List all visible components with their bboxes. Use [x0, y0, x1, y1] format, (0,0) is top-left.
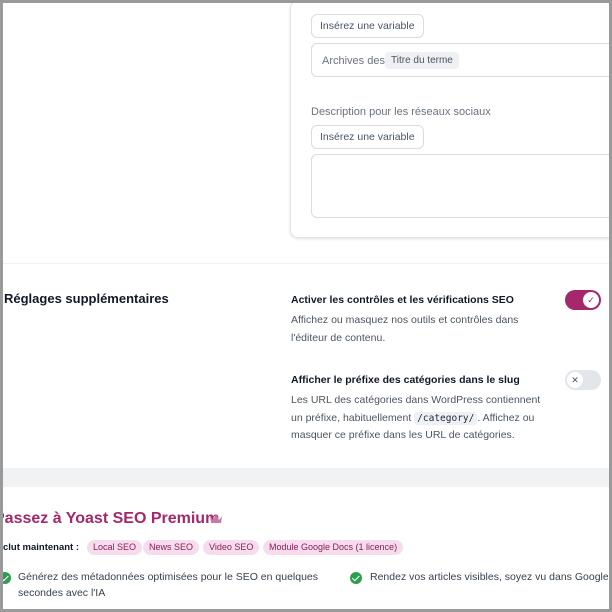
- check-icon: [350, 572, 362, 584]
- insert-variable-button[interactable]: Insérez une variable: [311, 14, 424, 38]
- tag-news-seo: News SEO: [143, 540, 200, 555]
- category-prefix-toggle[interactable]: ✕: [565, 370, 601, 390]
- crown-icon: [210, 514, 222, 523]
- seo-controls-toggle[interactable]: ✓: [565, 290, 601, 310]
- feature-line: secondes avec l'IA: [18, 586, 106, 599]
- close-icon: ✕: [567, 372, 583, 388]
- social-settings-card: Insérez une variable Archives des Titre …: [290, 0, 612, 238]
- tag-local-seo: Local SEO: [87, 540, 143, 555]
- premium-feature-ai: Générez des métadonnées optimisées pour …: [18, 570, 318, 601]
- premium-feature-google-news: Rendez vos articles visibles, soyez vu d…: [370, 571, 608, 583]
- desc-line-3: masquer ce préfixe dans les URL de catég…: [291, 429, 515, 441]
- category-prefix-description: Les URL des catégories dans WordPress co…: [291, 392, 561, 445]
- desc-text: un préfixe, habituellement: [291, 411, 415, 424]
- term-title-variable[interactable]: Titre du terme: [385, 52, 459, 69]
- additional-settings-title: Réglages supplémentaires: [4, 291, 169, 306]
- field-prefix-text: Archives des: [322, 55, 385, 67]
- feature-line: Générez des métadonnées optimisées pour …: [18, 571, 319, 583]
- social-description-label: Description pour les réseaux sociaux: [311, 106, 491, 118]
- insert-variable-button-2[interactable]: Insérez une variable: [311, 125, 424, 149]
- desc-line-1: Les URL des catégories dans WordPress co…: [291, 394, 541, 406]
- premium-includes-label: clut maintenant :: [3, 542, 80, 553]
- tag-video-seo: Video SEO: [203, 540, 260, 555]
- tag-google-docs: Module Google Docs (1 licence): [263, 540, 404, 555]
- seo-controls-description: Affichez ou masquez nos outils et contrô…: [291, 314, 519, 344]
- social-description-field[interactable]: [311, 154, 612, 218]
- seo-controls-title: Activer les contrôles et les vérificatio…: [291, 294, 514, 306]
- social-title-field[interactable]: Archives des Titre du terme: [311, 43, 612, 77]
- category-prefix-title: Afficher le préfixe des catégories dans …: [291, 374, 520, 386]
- check-icon: ✓: [583, 292, 599, 308]
- category-code: /category/: [414, 411, 478, 425]
- desc-line-2: un préfixe, habituellement /category/. A…: [291, 410, 561, 428]
- desc-text: . Affichez ou: [477, 411, 535, 424]
- premium-title[interactable]: Passez à Yoast SEO Premium: [0, 510, 219, 528]
